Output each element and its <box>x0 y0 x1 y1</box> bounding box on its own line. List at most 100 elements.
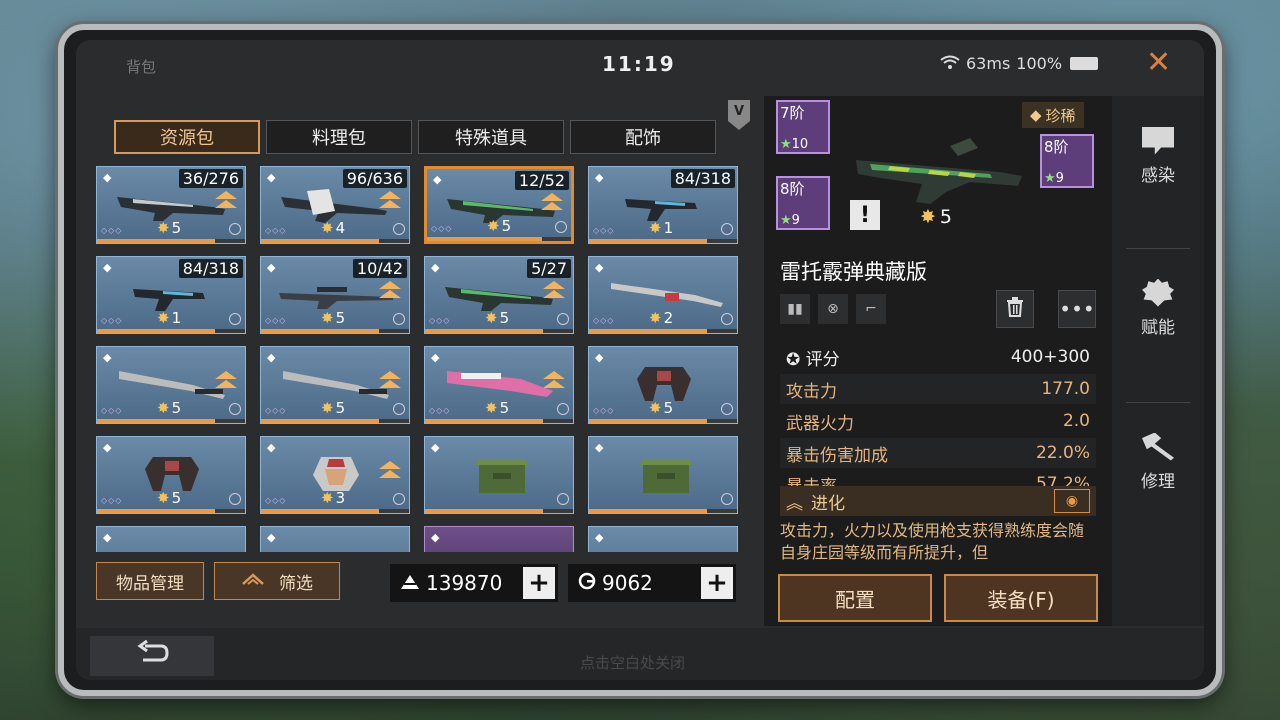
tab-special-items[interactable]: 特殊道具 <box>418 120 564 154</box>
window-title: 背包 <box>126 58 157 76</box>
info-exclaim-icon[interactable]: ! <box>850 200 880 230</box>
inventory-item[interactable]: ◆ <box>260 526 410 552</box>
inventory-item[interactable]: ◆ ◇◇◇ ✸ 5 <box>96 346 246 424</box>
attachment-slot-3[interactable]: 8阶 ★9 <box>1040 134 1094 188</box>
rank-dots-icon: ◇◇◇ <box>429 406 451 415</box>
mod-star-count: 9 <box>791 213 800 228</box>
inventory-item[interactable]: ◆ ◇◇◇ ✸ 5 <box>260 346 410 424</box>
progress-bar <box>589 329 737 333</box>
rarity-badge: ◆ 珍稀 <box>1022 102 1084 128</box>
sidebar-item-infect[interactable]: 感染 <box>1112 96 1204 216</box>
status-circle-icon <box>557 493 569 505</box>
item-image <box>117 197 225 221</box>
add-resource-button[interactable]: + <box>523 567 555 599</box>
back-button[interactable] <box>90 636 214 676</box>
preview-eye-icon[interactable]: ◉ <box>1054 489 1090 513</box>
rank-dots-icon: ◇◇◇ <box>101 496 123 505</box>
inventory-screen: 背包 11:19 63ms 100% ✕ V 资源包 料理包 特殊道具 配饰 ◆… <box>76 40 1204 680</box>
item-stars: ✸ 5 <box>485 309 509 327</box>
attachment-slot-2[interactable]: 8阶 ★9 <box>776 176 830 230</box>
upgrade-arrow-icon <box>379 461 401 481</box>
status-circle-icon <box>721 223 733 235</box>
inventory-item[interactable]: ◆ <box>96 526 246 552</box>
status-circle-icon <box>721 313 733 325</box>
inventory-item[interactable]: ◆ 84/318 ◇◇◇ ✸ 1 <box>588 166 738 244</box>
status-bar: 背包 11:19 63ms 100% ✕ <box>76 40 1204 90</box>
sidebar-item-repair[interactable]: 修理 <box>1112 402 1204 522</box>
attachment-slot-1[interactable]: 7阶 ★10 <box>776 100 830 154</box>
inventory-item[interactable]: ◆ ◇◇◇ ✸ 5 <box>96 436 246 514</box>
detail-sidebar: 感染 赋能 修理 <box>1112 96 1204 626</box>
star-icon: ✸ <box>157 219 170 237</box>
inventory-item[interactable]: ◆ 5/27 ◇◇◇ ✸ 5 <box>424 256 574 334</box>
status-circle-icon <box>393 493 405 505</box>
inventory-item[interactable]: ◆ ◇◇◇ ✸ 5 <box>424 346 574 424</box>
more-options-button[interactable]: ••• <box>1058 290 1096 328</box>
stat-label-text: 评分 <box>805 349 840 370</box>
diamond-icon: ◆ <box>431 531 440 544</box>
status-circle-icon <box>393 313 405 325</box>
tab-resource-pack[interactable]: 资源包 <box>114 120 260 154</box>
diamond-icon: ◆ <box>103 261 112 274</box>
add-gold-button[interactable]: + <box>701 567 733 599</box>
inventory-item[interactable]: ◆ <box>424 526 574 552</box>
item-stars: ✸ 1 <box>649 219 673 237</box>
status-circle-icon <box>557 403 569 415</box>
config-button[interactable]: 配置 <box>778 574 932 622</box>
hammer-icon <box>1142 432 1174 461</box>
filter-button[interactable]: 筛选 <box>214 562 340 600</box>
battery-icon <box>1070 57 1099 70</box>
tab-accessories[interactable]: 配饰 <box>570 120 716 154</box>
delete-button[interactable] <box>996 290 1034 328</box>
status-circle-icon <box>229 223 241 235</box>
item-star-count: 5 <box>171 399 182 417</box>
inventory-item[interactable]: ◆ 84/318 ◇◇◇ ✸ 1 <box>96 256 246 334</box>
item-image <box>133 289 205 311</box>
rank-dots-icon: ◇◇◇ <box>593 226 615 235</box>
equip-button[interactable]: 装备(F) <box>944 574 1098 622</box>
stat-value: 177.0 <box>1041 379 1090 399</box>
currency-resource: 139870 + <box>390 564 558 602</box>
item-image <box>475 459 529 493</box>
inventory-item[interactable]: ◆ ◇◇◇ ✸ 5 <box>588 346 738 424</box>
evolve-section[interactable]: ︽ 进化 ◉ <box>780 486 1096 516</box>
item-stars: ✸ 5 <box>649 399 673 417</box>
inventory-item[interactable]: ◆ 96/636 ◇◇◇ ✸ 4 <box>260 166 410 244</box>
diamond-icon: ◆ <box>267 261 276 274</box>
item-image <box>313 457 359 491</box>
inventory-item[interactable]: ◆ <box>588 526 738 552</box>
mod-level: 8阶 <box>1044 138 1069 156</box>
item-star-count: 5 <box>499 309 510 327</box>
star-icon: ✸ <box>485 399 498 417</box>
progress-bar <box>97 239 245 243</box>
more-icon: ••• <box>1059 297 1095 321</box>
rank-dots-icon: ◇◇◇ <box>593 406 615 415</box>
upgrade-arrow-icon <box>543 371 565 391</box>
item-star-count: 5 <box>663 399 674 417</box>
item-star-count: 4 <box>335 219 346 237</box>
item-star-count: 5 <box>335 399 346 417</box>
inventory-item[interactable]: ◆ 10/42 ◇◇◇ ✸ 5 <box>260 256 410 334</box>
diamond-icon: ◆ <box>103 531 112 544</box>
inventory-item[interactable]: ◆ ◇◇◇ ✸ 2 <box>588 256 738 334</box>
inventory-item[interactable]: ◆ <box>424 436 574 514</box>
tab-food-pack[interactable]: 料理包 <box>266 120 412 154</box>
progress-bar <box>97 509 245 513</box>
diamond-icon: ◆ <box>103 171 112 184</box>
stat-score: ✪ 评分 400+300 <box>780 342 1096 372</box>
star-icon: ✸ <box>649 219 662 237</box>
sidebar-item-empower[interactable]: 赋能 <box>1112 248 1204 368</box>
item-star-count: 2 <box>663 309 674 327</box>
inventory-item[interactable]: ◆ 12/52 ◇◇◇ ✸ 5 <box>424 166 574 244</box>
stat-label: 暴击伤害加成 <box>786 445 888 466</box>
inventory-item[interactable]: ◆ <box>588 436 738 514</box>
inventory-item[interactable]: ◆ 36/276 ◇◇◇ ✸ 5 <box>96 166 246 244</box>
rank-dots-icon: ◇◇◇ <box>265 496 287 505</box>
currency-gold-value: 9062 <box>602 571 653 595</box>
item-manage-button[interactable]: 物品管理 <box>96 562 204 600</box>
rarity-label: 珍稀 <box>1045 106 1076 125</box>
stat-value: 2.0 <box>1062 411 1090 431</box>
inventory-item[interactable]: ◆ ◇◇◇ ✸ 3 <box>260 436 410 514</box>
close-button[interactable]: ✕ <box>1146 48 1171 78</box>
star-icon: ✸ <box>649 309 662 327</box>
